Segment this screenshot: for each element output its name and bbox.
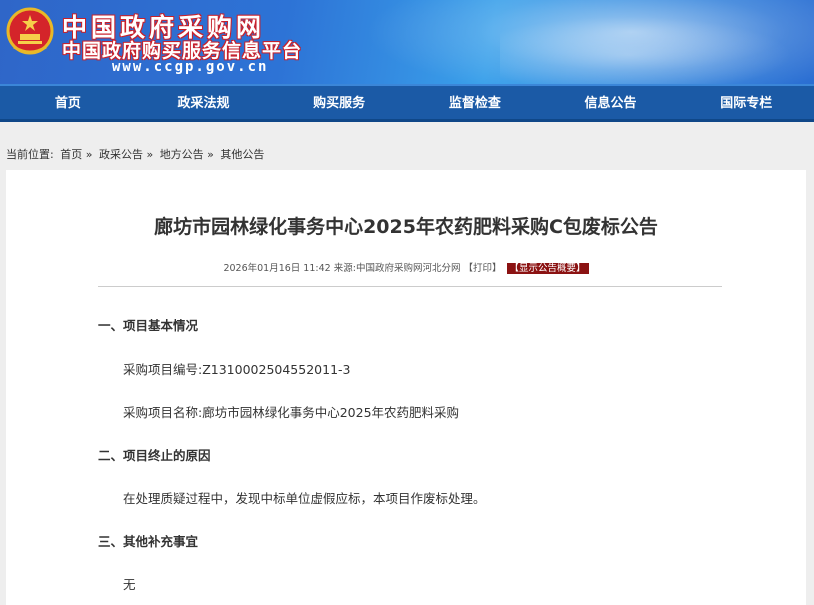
article-source-label: 来源: [333, 263, 356, 274]
breadcrumb-home-link[interactable]: 首页 » [60, 148, 92, 161]
article-date: 2026年01月16日 11:42 [223, 263, 331, 274]
nav-item-regulations[interactable]: 政采法规 [136, 86, 272, 119]
print-link[interactable]: 【打印】 [463, 263, 501, 274]
breadcrumb-procurement-link[interactable]: 政采公告 » [99, 148, 153, 161]
national-emblem-icon [6, 7, 54, 55]
breadcrumb-other-link[interactable]: 其他公告 [220, 148, 264, 161]
nav-item-announcements[interactable]: 信息公告 [543, 86, 679, 119]
breadcrumb: 当前位置: 首页 » 政采公告 » 地方公告 » 其他公告 [6, 146, 267, 162]
site-header: 中国政府采购网 中国政府购买服务信息平台 www.ccgp.gov.cn [0, 0, 814, 84]
nav-item-home[interactable]: 首页 [0, 86, 136, 119]
nav-item-international[interactable]: 国际专栏 [678, 86, 814, 119]
show-summary-button[interactable]: 【显示公告概要】 [506, 263, 589, 274]
section-heading-basic-info: 一、项目基本情况 [98, 318, 199, 333]
section-heading-termination-reason: 二、项目终止的原因 [98, 448, 211, 463]
section-heading-other-matters: 三、其他补充事宜 [98, 534, 199, 549]
article-source: 中国政府采购网河北分网 [355, 263, 461, 274]
project-name: 采购项目名称:廊坊市园林绿化事务中心2025年农药肥料采购 [123, 405, 460, 420]
nav-item-supervision[interactable]: 监督检查 [407, 86, 543, 119]
termination-reason-text: 在处理质疑过程中，发现中标单位虚假应标，本项目作废标处理。 [123, 491, 486, 506]
article-meta: 2026年01月16日 11:42 来源:中国政府采购网河北分网 【打印】 【显… [6, 260, 806, 274]
breadcrumb-local-link[interactable]: 地方公告 » [160, 148, 214, 161]
article-card: 廊坊市园林绿化事务中心2025年农药肥料采购C包废标公告 2026年01月16日… [6, 170, 806, 605]
site-url: www.ccgp.gov.cn [112, 59, 269, 75]
project-number: 采购项目编号:Z1310002504552011-3 [123, 362, 351, 377]
breadcrumb-label: 当前位置: [6, 148, 54, 161]
nav-item-purchase-services[interactable]: 购买服务 [271, 86, 407, 119]
main-nav: 首页 政采法规 购买服务 监督检查 信息公告 国际专栏 [0, 84, 814, 122]
title-divider [98, 286, 722, 287]
other-matters-text: 无 [123, 577, 136, 592]
header-cloud-decoration-2 [500, 10, 814, 84]
article-title: 廊坊市园林绿化事务中心2025年农药肥料采购C包废标公告 [154, 216, 658, 238]
